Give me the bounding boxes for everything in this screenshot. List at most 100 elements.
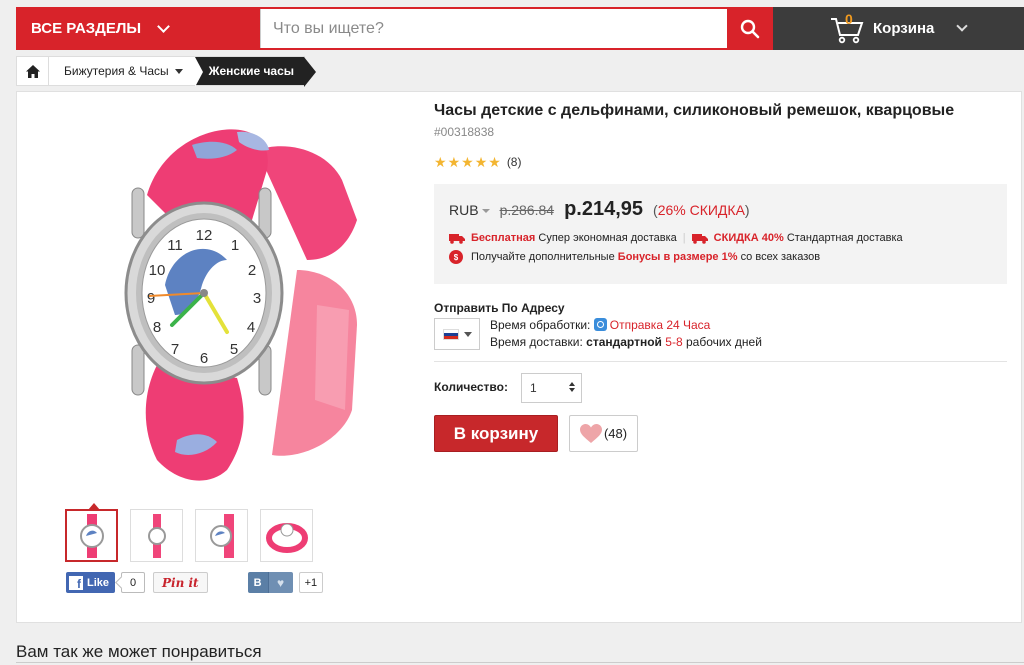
old-price: р.286.84	[499, 202, 555, 218]
thumbnail-1[interactable]	[65, 503, 118, 562]
facebook-like-label: Like	[87, 576, 110, 589]
breadcrumb: Бижутерия & Часы Женские часы	[16, 56, 317, 87]
svg-text:1: 1	[231, 237, 239, 254]
svg-text:4: 4	[247, 319, 255, 336]
quantity-stepper[interactable]: 1	[521, 373, 582, 403]
related-products-heading: Вам так же может понравиться	[16, 642, 262, 661]
search-icon	[740, 19, 760, 38]
cart-count: 0	[845, 10, 853, 27]
bonus-info: $ Получайте дополнительные Бонусы в разм…	[449, 250, 992, 264]
svg-text:2: 2	[248, 262, 256, 279]
svg-text:5: 5	[230, 341, 238, 358]
svg-text:7: 7	[171, 341, 179, 358]
thumbnail-4[interactable]	[260, 509, 313, 562]
discount-label: (26% СКИДКА)	[653, 202, 750, 218]
delivery-suffix: рабочих дней	[685, 335, 762, 349]
stepper-arrows-icon[interactable]	[569, 382, 575, 392]
product-sku: #00318838	[434, 125, 495, 139]
star-icon: ★	[434, 154, 447, 170]
bonus-prefix: Получайте дополнительные	[471, 251, 615, 263]
clock-icon	[593, 318, 607, 331]
facebook-like-count: 0	[121, 572, 146, 593]
quantity-value: 1	[530, 381, 537, 395]
caret-down-icon	[463, 331, 472, 337]
currency-label: RUB	[449, 202, 479, 218]
all-sections-label: ВСЕ РАЗДЕЛЫ	[31, 20, 142, 37]
wishlist-button[interactable]: (48)	[569, 415, 638, 452]
delivery-type: стандартной	[586, 335, 662, 349]
star-icon: ★	[461, 154, 474, 170]
thumbnail-3[interactable]	[195, 509, 248, 562]
facebook-icon: f	[69, 575, 83, 590]
truck-icon	[691, 233, 708, 244]
divider	[16, 662, 1024, 663]
product-rating[interactable]: ★ ★ ★ ★ ★ (8)	[434, 155, 521, 169]
vk-like-count: +1	[298, 572, 324, 593]
divider	[434, 361, 1007, 362]
caret-down-icon	[481, 209, 490, 214]
caret-down-icon	[174, 68, 183, 74]
home-icon	[25, 64, 40, 78]
svg-text:6: 6	[200, 350, 208, 367]
pinterest-button[interactable]: Pin it	[153, 572, 208, 593]
shipping-options: Бесплатная Супер экономная доставка | СК…	[449, 232, 992, 244]
ship-to-label: Отправить По Адресу	[434, 301, 565, 315]
social-share: f Like 0 Pin it В ♥ +1	[66, 572, 324, 593]
search-input[interactable]	[260, 9, 727, 48]
free-shipping-label: Бесплатная	[471, 232, 536, 244]
current-price: р.214,95	[564, 198, 644, 220]
quantity-label: Количество:	[434, 380, 508, 394]
super-eco-shipping-label: Супер экономная доставка	[538, 232, 677, 244]
country-selector[interactable]	[434, 318, 480, 350]
top-bar: ВСЕ РАЗДЕЛЫ 0 Корзина	[16, 7, 1024, 50]
svg-text:3: 3	[253, 290, 261, 307]
discount-40-label: СКИДКА 40%	[713, 232, 784, 244]
cart-label: Корзина	[873, 20, 935, 37]
shipping-details: Время обработки: Отправка 24 Часа Время …	[490, 317, 762, 351]
processing-label: Время обработки:	[490, 318, 591, 332]
cart-icon: 0	[829, 10, 865, 44]
svg-text:11: 11	[167, 237, 183, 254]
delivery-days: 5-8	[665, 335, 683, 349]
star-icon: ★	[488, 154, 501, 170]
svg-text:8: 8	[153, 319, 161, 336]
search-box	[260, 7, 727, 50]
svg-text:12: 12	[196, 227, 213, 244]
product-card: 12 1 2 3 4 5 6 7 8 9 10 11 f Like 0 Pin …	[16, 91, 1022, 623]
star-icon: ★	[447, 154, 461, 170]
delivery-label: Время доставки:	[490, 335, 583, 349]
star-icon: ★	[474, 154, 488, 170]
svg-text:10: 10	[149, 262, 166, 279]
heart-icon	[579, 423, 602, 443]
rating-count: (8)	[506, 155, 522, 169]
divider: |	[682, 232, 686, 244]
bonus-suffix: со всех заказов	[740, 251, 821, 263]
heart-icon: ♥	[267, 572, 293, 593]
product-title: Часы детские с дельфинами, силиконовый р…	[434, 102, 955, 119]
bonus-link[interactable]: Бонусы в размере 1%	[618, 251, 738, 263]
currency-selector[interactable]: RUB	[449, 202, 490, 218]
money-bag-icon: $	[449, 250, 463, 264]
processing-value: Отправка 24 Часа	[609, 318, 711, 332]
russia-flag-icon	[442, 328, 459, 340]
breadcrumb-current-label: Женские часы	[208, 64, 295, 78]
chevron-down-icon	[157, 19, 170, 33]
product-image[interactable]: 12 1 2 3 4 5 6 7 8 9 10 11	[87, 110, 387, 490]
cart-button[interactable]: 0 Корзина	[773, 7, 1024, 50]
standard-shipping-label: Стандартная доставка	[786, 232, 903, 244]
price-box: RUB р.286.84 р.214,95 (26% СКИДКА) Беспл…	[434, 184, 1007, 284]
all-sections-menu[interactable]: ВСЕ РАЗДЕЛЫ	[16, 7, 260, 50]
wishlist-count: (48)	[603, 426, 628, 441]
breadcrumb-category-label: Бижутерия & Часы	[64, 64, 169, 78]
vk-like-button[interactable]: В ♥	[247, 572, 293, 593]
thumbnail-2[interactable]	[130, 509, 183, 562]
breadcrumb-current[interactable]: Женские часы	[194, 57, 317, 87]
vk-icon: В	[247, 572, 268, 593]
add-to-cart-button[interactable]: В корзину	[434, 415, 558, 452]
svg-text:9: 9	[147, 290, 155, 307]
truck-icon	[449, 233, 465, 244]
breadcrumb-home[interactable]	[17, 57, 49, 85]
breadcrumb-category[interactable]: Бижутерия & Часы	[49, 57, 195, 85]
facebook-like-button[interactable]: f Like	[66, 572, 116, 593]
search-button[interactable]	[727, 7, 773, 50]
